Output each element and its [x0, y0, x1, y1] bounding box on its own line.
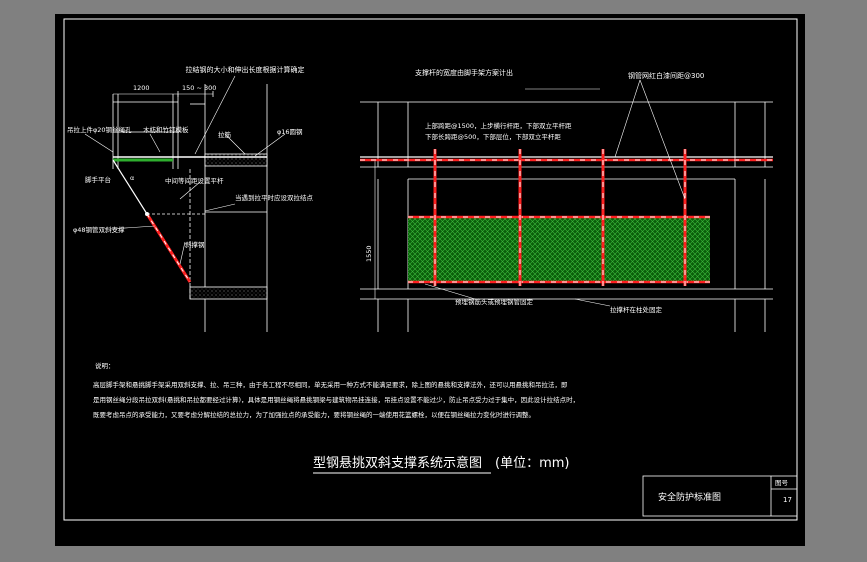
hinge-point: [145, 212, 149, 216]
notes-heading: 说明：: [95, 361, 115, 370]
left-leaders: [84, 75, 286, 265]
notes-line-3: 既要考虑吊点的承受能力，又要考虑分解拉结的总拉力，为了加强拉点的承受能力，要将钢…: [93, 410, 535, 419]
floor-slab-lower: [189, 286, 268, 300]
callout-diagonal-tube: φ48钢管双斜支撑: [73, 225, 125, 234]
callout-pipe-spacing: 钢管网红白漆间距@300: [628, 71, 704, 80]
title-block-fig-label: 图号: [775, 479, 789, 487]
spec-line-1: 上部跨距@1500，上步横行杆距，下部双立平杆距: [425, 121, 572, 130]
cad-drawing: 拉结钢的大小和伸出长度根据计算确定 支撑杆的宽度由脚手架方案计出 钢管网红白漆间…: [63, 18, 798, 521]
title-block-name: 安全防护标准图: [658, 491, 721, 503]
upper-diagonal: [112, 159, 148, 215]
callout-tie-ring: 吊拉上件φ20钢丝绳孔: [67, 125, 132, 134]
dim-150-300: 150 ~ 300: [182, 84, 216, 92]
floor-slab-upper: [204, 153, 268, 167]
callout-walkboard: 脚手平台: [85, 175, 111, 184]
callout-wood-plank: 木枋和竹钉模板: [143, 125, 189, 134]
callout-anchor-steel: 拉筋: [218, 130, 232, 139]
height-dimension: 1550: [365, 245, 373, 262]
angle-alpha: α: [130, 174, 134, 182]
drawing-unit: (单位：mm): [495, 456, 569, 471]
callout-round-bar: φ16圆钢: [277, 128, 303, 136]
callout-anchor-embed: 预埋钢筋头或预埋钢管固定: [455, 297, 534, 306]
dim-1200: 1200: [133, 84, 150, 92]
drawing-title: 型钢悬挑双斜支撑系统示意图: [313, 455, 482, 471]
notes-line-1: 高层脚手架和悬挑脚手架采用双斜支撑、拉、吊三种，由于各工程不尽相同，单无采用一种…: [93, 380, 568, 389]
drawing-sheet: 拉结钢的大小和伸出长度根据计算确定 支撑杆的宽度由脚手架方案计出 钢管网红白漆间…: [55, 14, 805, 546]
spec-line-2: 下部长跨距@500，下部层位，下部双立平杆距: [425, 132, 561, 141]
section-view: [112, 84, 376, 332]
title-block-fig-number: 17: [783, 496, 792, 504]
callout-mid-rail: 中间等间距设置平杆: [165, 176, 224, 185]
callout-tie-note: 当遇到拉平时应设双拉结点: [235, 193, 314, 202]
safety-net: [408, 217, 710, 282]
callout-shoring-rod: 支撑杆的宽度由脚手架方案计出: [415, 68, 513, 77]
callout-column-fix: 拉撑杆在柱处固定: [610, 305, 663, 314]
callout-inclined-bar: 斜撑钢: [185, 240, 205, 249]
callout-top-tie: 拉结钢的大小和伸出长度根据计算确定: [186, 65, 305, 74]
notes-line-2: 是用钢丝绳分段吊拉双斜(悬挑和吊拉都要经过计算)，具体是用钢丝绳将悬挑钢梁与建筑…: [93, 395, 579, 404]
